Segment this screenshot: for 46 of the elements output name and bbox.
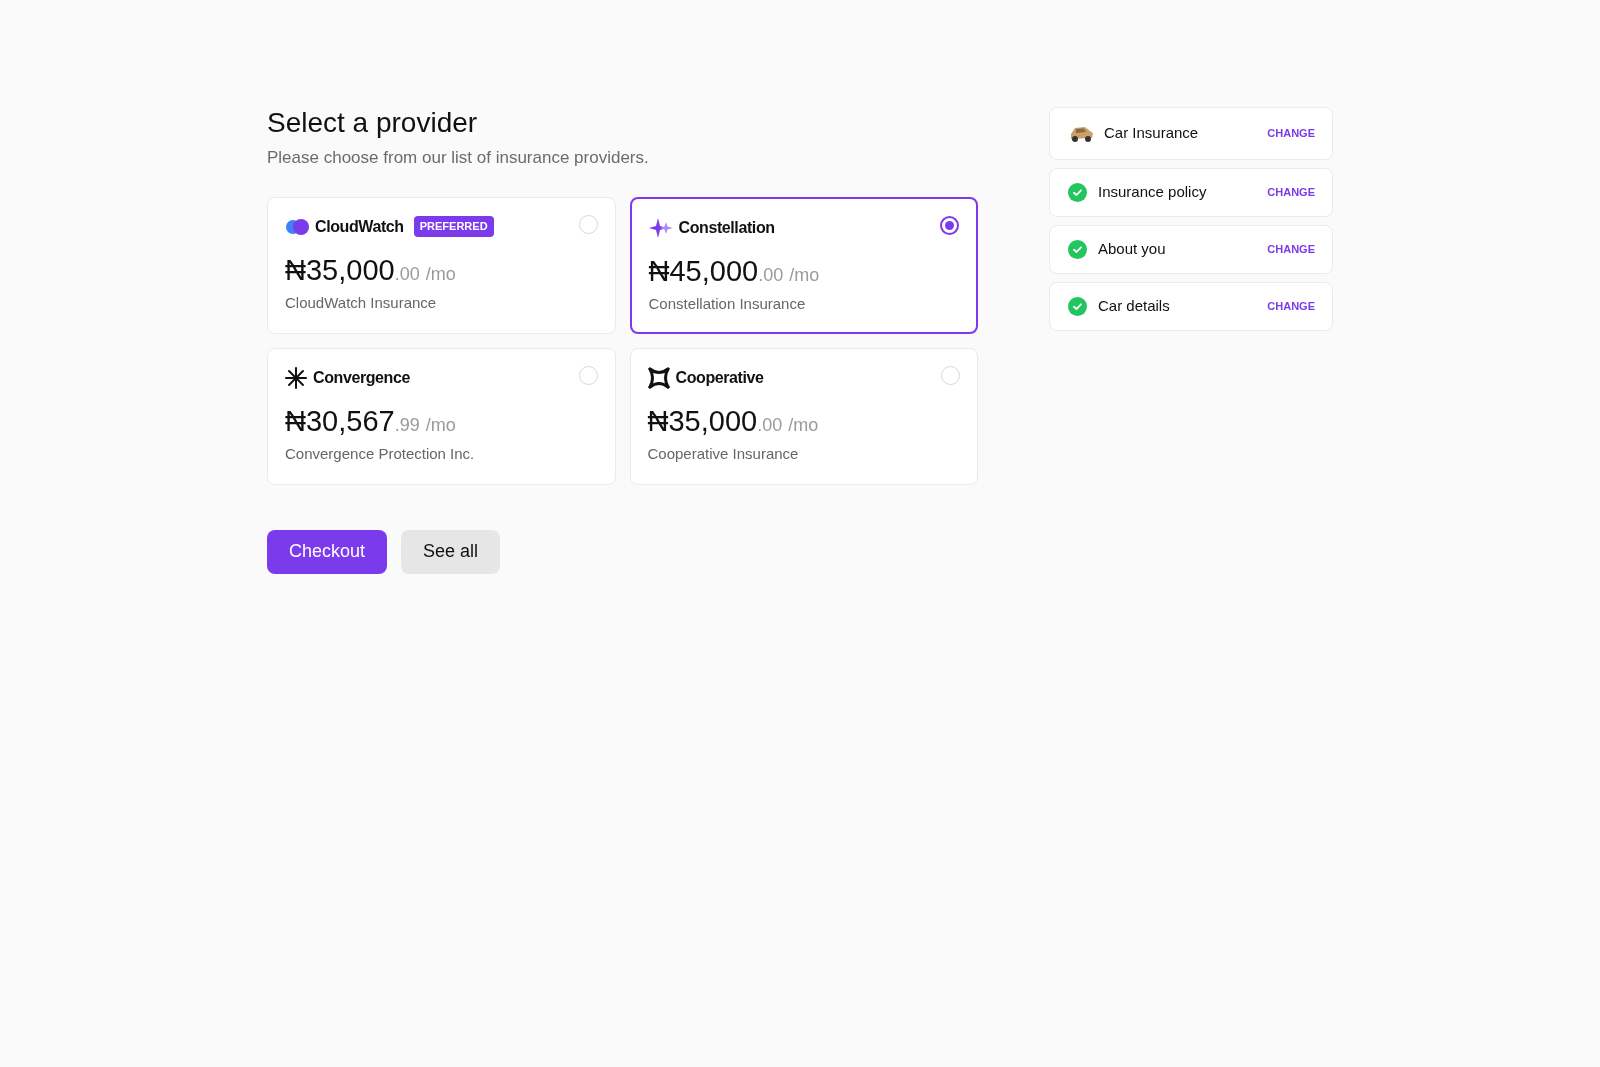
see-all-button[interactable]: See all <box>401 529 501 574</box>
price-cents: .99 <box>394 413 420 437</box>
change-link[interactable]: CHANGE <box>1267 241 1315 258</box>
change-link[interactable]: CHANGE <box>1267 184 1315 201</box>
provider-card[interactable]: CloudWatch PREFERRED ₦35,000.00 /mo CloudWatch Insurance <box>267 196 616 334</box>
provider-logo-text: CloudWatch <box>315 216 404 237</box>
price-period: /mo <box>425 262 456 286</box>
change-link[interactable]: CHANGE <box>1267 298 1315 315</box>
provider-logo-text: Cooperative <box>675 367 764 388</box>
checkout-button[interactable]: Checkout <box>267 529 388 574</box>
provider-name: Cooperative Insurance <box>647 443 800 464</box>
starburst-icon <box>285 366 307 389</box>
step-label: Car Insurance <box>1104 123 1199 144</box>
price-amount: ₦35,000 <box>647 403 758 439</box>
radio-button[interactable] <box>940 215 959 235</box>
page-subtitle: Please choose from our list of insurance providers. <box>267 147 650 169</box>
preferred-badge: PREFERRED <box>413 216 494 237</box>
check-circle-icon <box>1068 297 1087 316</box>
page-title: Select a provider <box>267 107 479 139</box>
price-amount: ₦45,000 <box>648 253 759 289</box>
provider-card[interactable]: Convergence ₦30,567.99 /mo Convergence Protection Inc. <box>267 347 616 485</box>
check-circle-icon <box>1068 183 1087 202</box>
price-amount: ₦30,567 <box>285 403 395 439</box>
provider-logo-text: Convergence <box>313 367 410 388</box>
car-icon <box>1068 124 1094 143</box>
price-period: /mo <box>425 413 456 437</box>
step-label: Car details <box>1098 296 1170 317</box>
provider-name: Constellation Insurance <box>648 293 807 314</box>
provider-card[interactable]: Cooperative ₦35,000.00 /mo Cooperative Insurance <box>629 347 978 485</box>
provider-name: Convergence Protection Inc. <box>285 443 476 464</box>
change-link[interactable]: CHANGE <box>1267 125 1315 142</box>
price-period: /mo <box>789 263 820 287</box>
provider-card[interactable]: Constellation ₦45,000.00 /mo Constellation Insurance <box>629 196 978 334</box>
step-label: About you <box>1098 239 1166 260</box>
provider-name: CloudWatch Insurance <box>285 292 438 313</box>
step-label: Insurance policy <box>1098 182 1207 203</box>
price-period: /mo <box>788 413 819 437</box>
provider-logo-text: Constellation <box>678 217 775 238</box>
price-amount: ₦35,000 <box>285 252 395 288</box>
overlapping-circles-icon <box>285 218 309 235</box>
sparkle-icon <box>648 217 673 238</box>
price-cents: .00 <box>757 413 783 437</box>
price-cents: .00 <box>394 262 420 286</box>
price-cents: .00 <box>758 263 784 287</box>
check-circle-icon <box>1068 240 1087 259</box>
curved-brackets-icon <box>647 366 670 389</box>
